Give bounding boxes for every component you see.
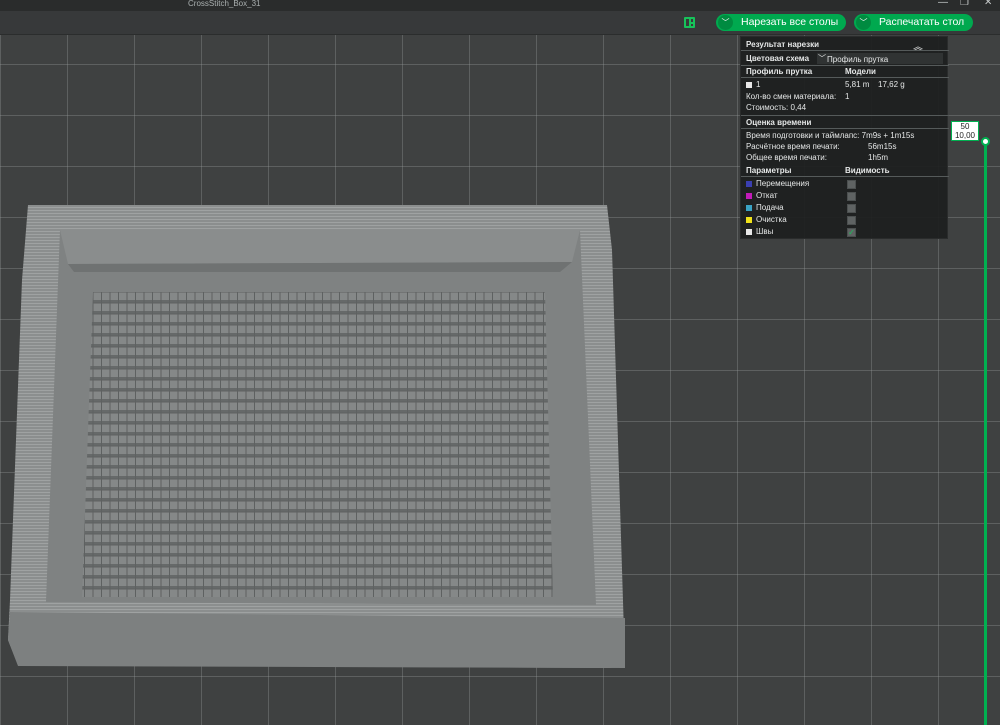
prep-time: Время подготовки и таймлапс: 7m9s + 1m15… — [746, 131, 915, 140]
time-header: Оценка времени — [746, 118, 812, 127]
visibility-checkbox[interactable] — [847, 216, 856, 225]
layer-slider-handle[interactable] — [981, 137, 990, 146]
param-label: Подача — [756, 203, 784, 212]
filament-length: 5,81 m — [845, 80, 870, 89]
param-color-swatch — [746, 229, 752, 235]
param-label: Очистка — [756, 215, 787, 224]
stitch-grid — [82, 292, 553, 597]
calc-time-label: Расчётное время печати: — [746, 142, 840, 151]
filament-id: 1 — [756, 80, 761, 89]
param-color-swatch — [746, 181, 752, 187]
param-label: Перемещения — [756, 179, 810, 188]
param-color-swatch — [746, 205, 752, 211]
visibility-header: Видимость — [845, 166, 890, 175]
param-color-swatch — [746, 193, 752, 199]
slice-result-panel: Результат нарезки ︽ Цветовая схема ﹀ Про… — [740, 36, 949, 239]
visibility-checkbox[interactable]: ✓ — [847, 228, 856, 237]
box-inner-wall — [60, 230, 580, 264]
slice-all-label: Нарезать все столы — [741, 16, 839, 28]
calc-time-value: 56m15s — [868, 142, 897, 151]
chevron-down-icon[interactable]: ﹀ — [718, 15, 733, 30]
material-changes-value: 1 — [845, 92, 850, 101]
params-header: Параметры — [746, 166, 792, 175]
panel-header: Результат нарезки — [746, 40, 820, 49]
box-front-face — [8, 612, 625, 668]
param-label: Откат — [756, 191, 778, 200]
layer-slider-track[interactable] — [984, 140, 987, 725]
filament-weight: 17,62 g — [878, 80, 905, 89]
col-models: Модели — [845, 67, 876, 76]
layer-label: 50 10,00 — [951, 121, 979, 141]
param-color-swatch — [746, 217, 752, 223]
print-plate-button[interactable]: ﹀ Распечатать стол — [854, 14, 973, 31]
total-time-value: 1h5m — [868, 153, 889, 162]
layer-height: 10,00 — [954, 131, 976, 140]
color-scheme-value: Профиль прутка — [827, 55, 889, 64]
total-time-label: Общее время печати: — [746, 153, 827, 162]
cost-label: Стоимость: 0,44 — [746, 103, 807, 112]
material-changes-label: Кол-во смен материала: — [746, 92, 837, 101]
layout-icon[interactable] — [684, 17, 695, 28]
color-scheme-label: Цветовая схема — [746, 54, 810, 63]
param-label: Швы — [756, 227, 774, 236]
filament-swatch — [746, 82, 752, 88]
visibility-checkbox[interactable] — [847, 180, 856, 189]
visibility-checkbox[interactable] — [847, 192, 856, 201]
chevron-down-icon[interactable]: ﹀ — [818, 53, 826, 64]
top-toolbar: ﹀ Нарезать все столы ﹀ Распечатать стол — [0, 11, 1000, 35]
layer-number: 50 — [960, 122, 970, 131]
col-filament: Профиль прутка — [746, 67, 813, 76]
print-plate-label: Распечатать стол — [879, 16, 965, 28]
visibility-checkbox[interactable] — [847, 204, 856, 213]
chevron-down-icon[interactable]: ﹀ — [856, 15, 871, 30]
slice-all-button[interactable]: ﹀ Нарезать все столы — [716, 14, 846, 31]
